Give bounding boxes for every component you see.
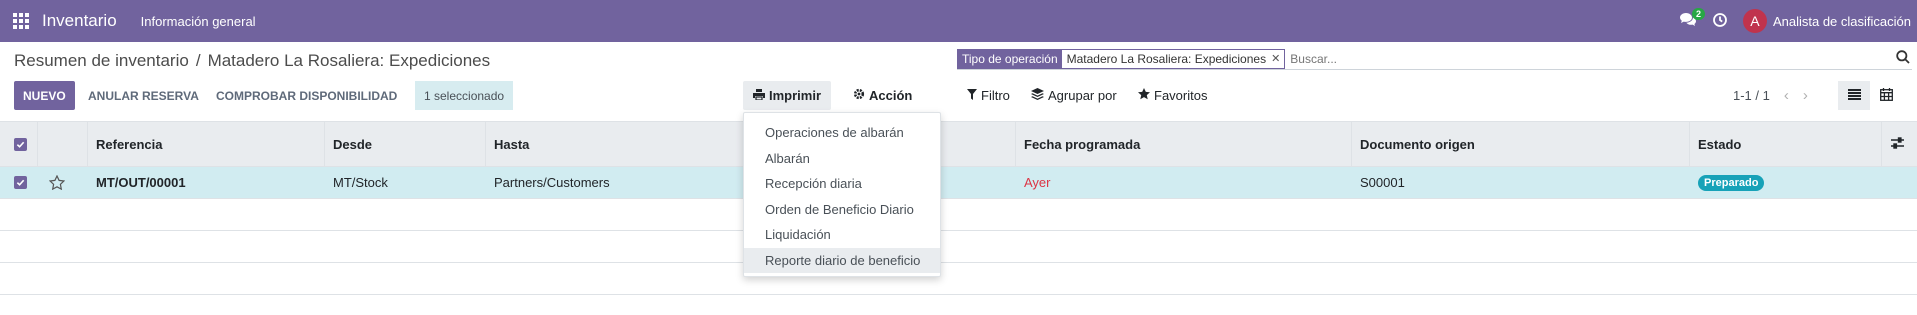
menu-item-overview[interactable]: Información general bbox=[141, 14, 256, 29]
empty-row bbox=[0, 199, 1917, 231]
search-input[interactable] bbox=[1290, 51, 1912, 66]
user-menu[interactable]: A Analista de clasificación bbox=[1742, 9, 1911, 33]
table-header: Referencia Desde Hasta Fecha programada … bbox=[0, 121, 1917, 167]
apps-grid-icon[interactable] bbox=[0, 0, 42, 42]
chevron-right-icon[interactable]: › bbox=[1803, 87, 1808, 104]
print-dropdown-menu: Operaciones de albarán Albarán Recepción… bbox=[743, 112, 941, 277]
pager-value[interactable]: 1-1 / 1 bbox=[1733, 88, 1770, 103]
checkbox-checked-icon bbox=[14, 176, 27, 189]
search-facet: Tipo de operación Matadero La Rosaliera:… bbox=[957, 48, 1286, 69]
filter-button[interactable]: Filtro bbox=[967, 81, 1010, 110]
message-count-badge: 2 bbox=[1691, 8, 1705, 20]
status-badge: Preparado bbox=[1698, 174, 1765, 191]
breadcrumb-parent[interactable]: Resumen de inventario bbox=[14, 51, 189, 71]
list-icon bbox=[1847, 88, 1861, 103]
user-name: Analista de clasificación bbox=[1772, 13, 1911, 29]
print-menu-item[interactable]: Recepción diaria bbox=[744, 171, 940, 197]
action-button[interactable]: Acción bbox=[853, 81, 912, 110]
breadcrumb-separator: / bbox=[195, 51, 201, 70]
search-bar: Tipo de operación Matadero La Rosaliera:… bbox=[957, 48, 1912, 70]
cell-scheduled-date: Ayer bbox=[1024, 175, 1051, 190]
search-icon[interactable] bbox=[1896, 50, 1910, 67]
cell-source-document: S00001 bbox=[1360, 175, 1405, 190]
facet-value: Matadero La Rosaliera: Expediciones bbox=[1066, 51, 1267, 66]
new-button[interactable]: NUEVO bbox=[14, 81, 75, 110]
column-header-reference[interactable]: Referencia bbox=[88, 121, 325, 167]
pager: 1-1 / 1 ‹ › bbox=[1733, 81, 1808, 110]
favorite-column-header bbox=[38, 121, 88, 167]
sliders-icon bbox=[1891, 136, 1904, 152]
print-menu-item[interactable]: Orden de Beneficio Diario bbox=[744, 197, 940, 223]
check-availability-button[interactable]: COMPROBAR DISPONIBILIDAD bbox=[216, 81, 397, 110]
clock-icon bbox=[1713, 12, 1727, 30]
print-menu-item[interactable]: Operaciones de albarán bbox=[744, 120, 940, 146]
printer-icon bbox=[753, 88, 765, 103]
row-checkbox[interactable] bbox=[0, 167, 38, 199]
star-icon bbox=[1138, 88, 1150, 103]
action-label: Acción bbox=[869, 88, 913, 103]
unreserve-button[interactable]: ANULAR RESERVA bbox=[88, 81, 199, 110]
empty-row bbox=[0, 231, 1917, 263]
layers-icon bbox=[1031, 88, 1044, 103]
cell-from: MT/Stock bbox=[333, 175, 388, 190]
selection-count: 1 seleccionado bbox=[415, 81, 514, 110]
records-table: Referencia Desde Hasta Fecha programada … bbox=[0, 121, 1917, 295]
optional-columns-toggle[interactable] bbox=[1882, 121, 1917, 167]
print-label: Imprimir bbox=[769, 88, 822, 103]
calendar-view-button[interactable] bbox=[1870, 81, 1902, 110]
list-view-button[interactable] bbox=[1838, 81, 1870, 110]
facet-label: Tipo de operación bbox=[958, 49, 1062, 68]
filter-icon bbox=[967, 88, 977, 103]
gear-icon bbox=[853, 88, 865, 103]
messages-button[interactable]: 2 bbox=[1673, 0, 1705, 42]
print-menu-item[interactable]: Albarán bbox=[744, 146, 940, 172]
top-navbar: Inventario Información general 2 A Anali… bbox=[0, 0, 1917, 42]
checkbox-checked-icon bbox=[14, 137, 27, 151]
table-row[interactable]: MT/OUT/00001 MT/Stock Partners/Customers… bbox=[0, 167, 1917, 199]
priority-star-icon[interactable] bbox=[38, 167, 88, 199]
column-header-scheduled-date[interactable]: Fecha programada bbox=[1016, 121, 1352, 167]
column-header-source-document[interactable]: Documento origen bbox=[1352, 121, 1690, 167]
avatar: A bbox=[1742, 9, 1767, 33]
column-header-status[interactable]: Estado bbox=[1690, 121, 1882, 167]
page-title: Matadero La Rosaliera: Expediciones bbox=[207, 51, 491, 70]
group-by-button[interactable]: Agrupar por bbox=[1031, 81, 1117, 110]
favorites-label: Favoritos bbox=[1154, 88, 1208, 103]
activities-button[interactable] bbox=[1705, 0, 1735, 42]
filter-label: Filtro bbox=[981, 88, 1010, 103]
print-button[interactable]: Imprimir bbox=[743, 81, 832, 110]
calendar-icon bbox=[1879, 87, 1893, 104]
favorites-button[interactable]: Favoritos bbox=[1138, 81, 1207, 110]
cell-status: Preparado bbox=[1690, 167, 1882, 199]
facet-remove-icon[interactable]: ✕ bbox=[1271, 50, 1284, 68]
empty-row bbox=[0, 263, 1917, 295]
column-header-from[interactable]: Desde bbox=[325, 121, 486, 167]
select-all-checkbox[interactable] bbox=[0, 121, 38, 167]
cell-reference: MT/OUT/00001 bbox=[96, 175, 186, 190]
print-menu-item[interactable]: Liquidación bbox=[744, 222, 940, 248]
chevron-left-icon[interactable]: ‹ bbox=[1784, 87, 1789, 104]
app-name[interactable]: Inventario bbox=[42, 11, 117, 31]
group-by-label: Agrupar por bbox=[1048, 88, 1117, 103]
breadcrumb: Resumen de inventario / Matadero La Rosa… bbox=[14, 51, 490, 71]
print-menu-item[interactable]: Reporte diario de beneficio bbox=[744, 247, 940, 273]
